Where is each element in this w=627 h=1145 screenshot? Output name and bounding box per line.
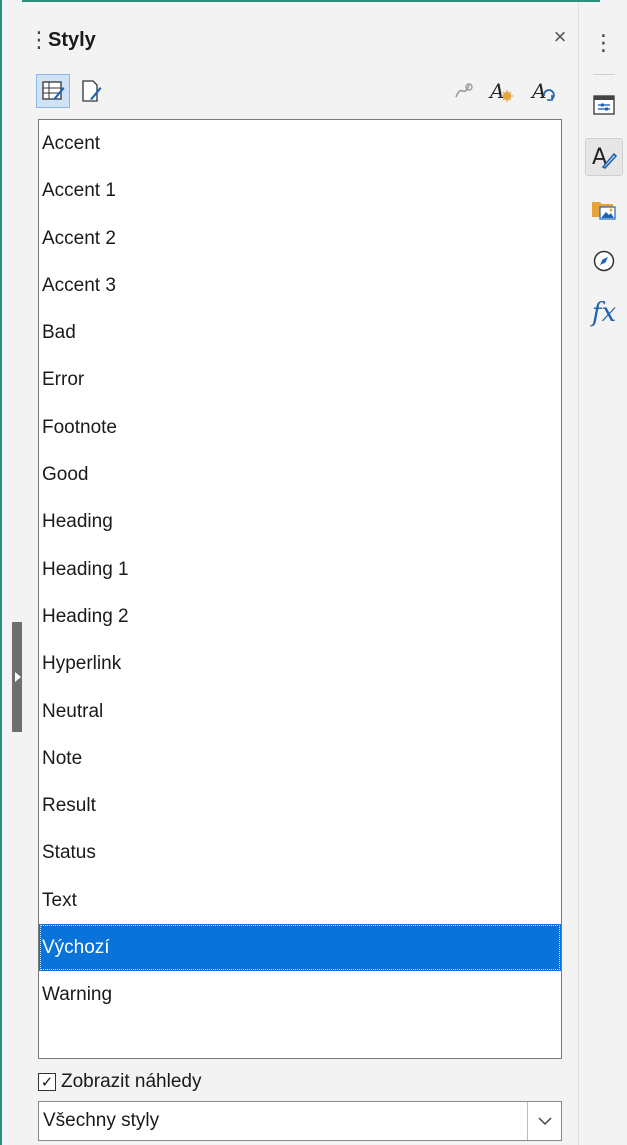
list-item[interactable]: Result: [39, 782, 561, 829]
grip-icon[interactable]: ⋮: [28, 29, 50, 51]
list-item[interactable]: Text: [39, 877, 561, 924]
sidebar-menu-icon[interactable]: ⋮: [579, 30, 627, 56]
list-item[interactable]: Error: [39, 356, 561, 403]
show-previews-checkbox[interactable]: ✓: [38, 1073, 56, 1091]
list-item[interactable]: Accent 1: [39, 167, 561, 214]
new-style-from-selection-button[interactable]: A: [484, 74, 518, 108]
list-item[interactable]: Status: [39, 829, 561, 876]
styles-toolbar: A A: [36, 74, 566, 112]
page-styles-button[interactable]: [74, 74, 108, 108]
list-item[interactable]: Heading 2: [39, 593, 561, 640]
cell-styles-icon: [42, 81, 65, 100]
list-item[interactable]: Hyperlink: [39, 640, 561, 687]
list-item[interactable]: Accent 3: [39, 262, 561, 309]
update-style-button[interactable]: A: [526, 74, 560, 108]
chevron-down-icon[interactable]: [527, 1102, 561, 1140]
list-item[interactable]: Bad: [39, 309, 561, 356]
deck-title-bar: ⋮ Styly: [22, 20, 578, 60]
list-item[interactable]: Footnote: [39, 404, 561, 451]
show-previews-label: Zobrazit náhledy: [61, 1071, 202, 1092]
show-previews-row: ✓ Zobrazit náhledy: [38, 1068, 201, 1096]
list-item[interactable]: Accent: [39, 120, 561, 167]
tab-gallery[interactable]: [585, 190, 623, 228]
svg-text:A: A: [592, 145, 607, 170]
cell-styles-button[interactable]: [36, 74, 70, 108]
left-border-strip: [0, 0, 23, 1145]
sidebar-tab-bar: ⋮ A fx: [578, 2, 627, 1145]
functions-icon: fx: [591, 298, 617, 328]
svg-text:A: A: [530, 79, 546, 103]
list-item[interactable]: Warning: [39, 971, 561, 1018]
list-item-selected[interactable]: Výchozí: [39, 924, 561, 972]
tab-properties[interactable]: [585, 86, 623, 124]
styles-list[interactable]: Accent Accent 1 Accent 2 Accent 3 Bad Er…: [38, 119, 562, 1059]
list-item[interactable]: Note: [39, 735, 561, 782]
style-filter-value: Všechny styly: [43, 1110, 160, 1131]
fill-format-mode-button[interactable]: [446, 74, 480, 108]
tab-navigator[interactable]: [585, 242, 623, 280]
list-item[interactable]: Heading: [39, 498, 561, 545]
gallery-icon: [592, 202, 616, 220]
chevron-right-icon: [15, 672, 21, 682]
properties-icon: [593, 95, 615, 115]
deck-title: Styly: [48, 28, 96, 51]
styles-deck: ⋮ Styly × A A Accent Accent 1 Accent 2 A…: [22, 2, 578, 1145]
style-filter-dropdown[interactable]: Všechny styly: [38, 1101, 562, 1141]
close-deck-button[interactable]: ×: [548, 26, 572, 50]
tab-functions[interactable]: fx: [585, 294, 623, 332]
svg-text:A: A: [488, 79, 504, 103]
list-item[interactable]: Accent 2: [39, 215, 561, 262]
list-item[interactable]: Neutral: [39, 688, 561, 735]
page-styles-icon: [82, 80, 102, 102]
navigator-icon: [593, 250, 615, 272]
new-style-from-selection-icon: A: [488, 79, 513, 103]
update-style-icon: A: [530, 79, 555, 103]
fill-format-mode-icon: [455, 83, 473, 98]
tab-styles[interactable]: A: [585, 138, 623, 176]
list-item[interactable]: Good: [39, 451, 561, 498]
list-item[interactable]: Heading 1: [39, 546, 561, 593]
tab-separator: [593, 74, 615, 75]
styles-icon: A: [592, 145, 618, 170]
